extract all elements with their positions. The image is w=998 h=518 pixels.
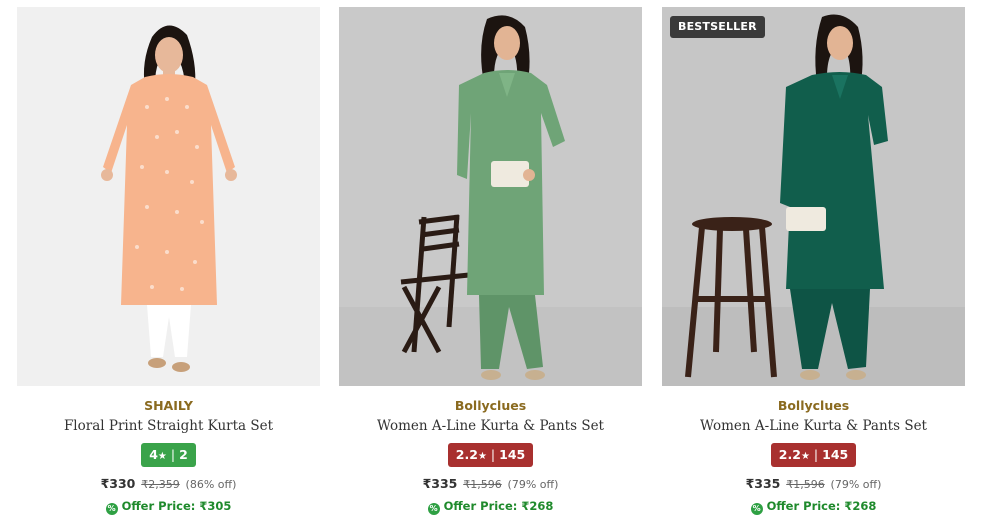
product-image[interactable]: BESTSELLER	[662, 7, 965, 386]
rating-separator: |	[490, 447, 496, 462]
mrp-price: ₹1,596	[786, 478, 825, 491]
rating-value: 2.2	[778, 447, 801, 462]
rating-value: 4	[149, 447, 158, 462]
offer-tag-icon: %	[105, 503, 118, 515]
offer-tag-icon: %	[750, 503, 763, 515]
rating-value: 2.2	[455, 447, 478, 462]
selling-price: ₹335	[422, 476, 458, 491]
product-brand[interactable]: SHAILY	[17, 398, 320, 413]
product-title[interactable]: Floral Print Straight Kurta Set	[17, 418, 320, 434]
rating-count: 2	[179, 447, 188, 462]
product-card[interactable]: Bollyclues Women A-Line Kurta & Pants Se…	[339, 7, 642, 518]
selling-price: ₹335	[745, 476, 781, 491]
product-image[interactable]	[17, 7, 320, 386]
product-title[interactable]: Women A-Line Kurta & Pants Set	[662, 418, 965, 434]
model-photo-icon	[339, 7, 642, 386]
product-card[interactable]: SHAILY Floral Print Straight Kurta Set 4…	[17, 7, 320, 518]
rating-count: 145	[822, 447, 849, 462]
mrp-price: ₹2,359	[141, 478, 180, 491]
star-icon: ★	[157, 451, 167, 462]
model-photo-icon	[17, 7, 320, 386]
rating-separator: |	[170, 447, 176, 462]
offer-price-text: Offer Price: ₹268	[766, 499, 877, 513]
bestseller-badge: BESTSELLER	[670, 16, 765, 38]
offer-price-text: Offer Price: ₹305	[121, 499, 232, 513]
model-photo-icon	[662, 7, 965, 386]
discount-percent: (79% off)	[830, 478, 882, 491]
discount-percent: (79% off)	[507, 478, 559, 491]
offer-price: % Offer Price: ₹268	[339, 499, 642, 515]
price-row: ₹335 ₹1,596 (79% off)	[339, 476, 642, 491]
mrp-price: ₹1,596	[463, 478, 502, 491]
rating-badge[interactable]: 2.2★ | 145	[770, 443, 857, 467]
product-title[interactable]: Women A-Line Kurta & Pants Set	[339, 418, 642, 434]
product-brand[interactable]: Bollyclues	[662, 398, 965, 413]
rating-badge[interactable]: 2.2★ | 145	[447, 443, 534, 467]
product-grid: SHAILY Floral Print Straight Kurta Set 4…	[0, 0, 998, 518]
offer-price: % Offer Price: ₹268	[662, 499, 965, 515]
selling-price: ₹330	[100, 476, 136, 491]
star-icon: ★	[477, 451, 487, 462]
price-row: ₹330 ₹2,359 (86% off)	[17, 476, 320, 491]
rating-count: 145	[499, 447, 526, 462]
star-icon: ★	[800, 451, 810, 462]
product-brand[interactable]: Bollyclues	[339, 398, 642, 413]
product-card[interactable]: BESTSELLER Bollyclues Women A-Line Kurta…	[662, 7, 965, 518]
offer-tag-icon: %	[427, 503, 440, 515]
rating-badge[interactable]: 4★ | 2	[141, 443, 196, 467]
offer-price-text: Offer Price: ₹268	[443, 499, 554, 513]
offer-price: % Offer Price: ₹305	[17, 499, 320, 515]
rating-separator: |	[813, 447, 819, 462]
discount-percent: (86% off)	[185, 478, 237, 491]
product-image[interactable]	[339, 7, 642, 386]
price-row: ₹335 ₹1,596 (79% off)	[662, 476, 965, 491]
